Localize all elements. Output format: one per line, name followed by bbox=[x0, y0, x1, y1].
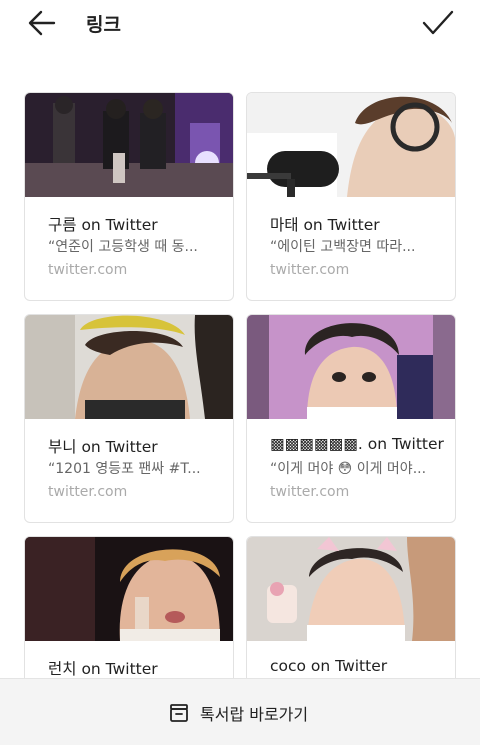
header-bar: 링크 bbox=[0, 0, 480, 48]
link-card[interactable]: 구름 on Twitter “연준이 고등학생 때 동... twitter.c… bbox=[24, 92, 234, 301]
link-domain: twitter.com bbox=[270, 484, 350, 500]
link-thumbnail bbox=[25, 93, 233, 197]
link-title: 구름 on Twitter bbox=[48, 216, 158, 234]
link-thumbnail bbox=[25, 315, 233, 419]
link-thumbnail bbox=[25, 537, 233, 641]
bottom-bar: 톡서랍 바로가기 bbox=[0, 678, 480, 745]
link-description: “1201 영등포 팬싸 #T... bbox=[48, 461, 201, 477]
link-thumbnail bbox=[247, 93, 455, 197]
link-title: 마태 on Twitter bbox=[270, 216, 380, 234]
link-title: ▩▩▩▩▩▩. on Twitter bbox=[270, 435, 444, 453]
drawer-box-icon bbox=[170, 704, 188, 722]
link-description: “에이틴 고백장면 따라... bbox=[270, 239, 416, 255]
link-card[interactable]: ▩▩▩▩▩▩. on Twitter “이게 머야 😳 이게 머야... twi… bbox=[246, 314, 456, 523]
link-domain: twitter.com bbox=[270, 262, 350, 278]
link-card[interactable]: 부니 on Twitter “1201 영등포 팬싸 #T... twitter… bbox=[24, 314, 234, 523]
link-thumbnail bbox=[247, 315, 455, 419]
link-description: “이게 머야 😳 이게 머야... bbox=[270, 461, 427, 477]
link-domain: twitter.com bbox=[48, 262, 128, 278]
page-title: 링크 bbox=[86, 14, 121, 36]
talk-drawer-button[interactable]: 톡서랍 바로가기 bbox=[168, 699, 308, 727]
link-description: “연준이 고등학생 때 동... bbox=[48, 239, 198, 255]
talk-drawer-label: 톡서랍 바로가기 bbox=[200, 705, 309, 724]
link-title: 런치 on Twitter bbox=[48, 660, 158, 678]
link-thumbnail bbox=[247, 537, 455, 641]
link-domain: twitter.com bbox=[48, 484, 128, 500]
link-card[interactable]: 마태 on Twitter “에이틴 고백장면 따라... twitter.co… bbox=[246, 92, 456, 301]
back-arrow-icon[interactable] bbox=[28, 9, 56, 37]
confirm-check-icon[interactable] bbox=[422, 9, 454, 37]
link-title: coco on Twitter bbox=[270, 657, 388, 675]
link-title: 부니 on Twitter bbox=[48, 438, 158, 456]
